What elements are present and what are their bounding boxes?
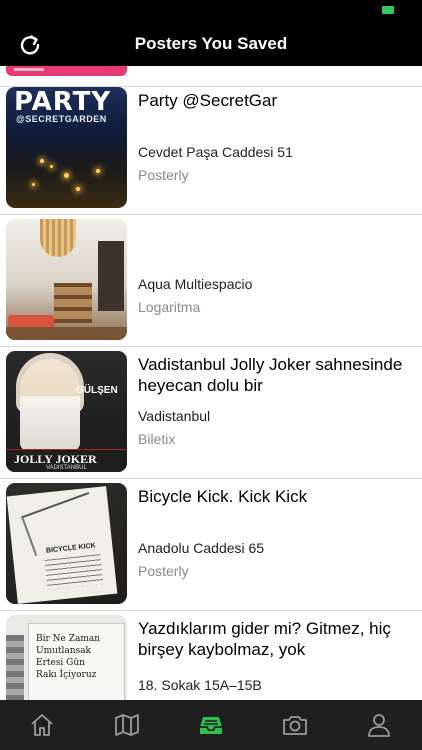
tab-home[interactable] — [28, 711, 56, 739]
poster-title: Bicycle Kick. Kick Kick — [138, 487, 308, 506]
poster-row-yazdiklarim[interactable]: Bir Ne Zaman Umutlansak Ertesi Gün Rakı … — [0, 615, 422, 700]
poster-row-bicycle-kick[interactable]: BICYCLE KICK Bicycle Kick. Kick Kick Ana… — [0, 483, 422, 615]
thumbnail-artist-text: GÜLŞEN — [76, 385, 118, 396]
poster-thumbnail: PARTY @SECRETGARDEN — [6, 87, 127, 208]
poster-source: Posterly — [138, 563, 189, 579]
camera-icon — [283, 716, 307, 735]
poster-source: Posterly — [138, 167, 189, 183]
inbox-tray-icon — [200, 717, 222, 734]
poster-thumbnail — [6, 219, 127, 340]
tab-map[interactable] — [113, 711, 141, 739]
poster-source: Biletix — [138, 431, 176, 447]
poster-source: Logaritma — [138, 299, 201, 315]
thumbnail-subtitle-text: @SECRETGARDEN — [16, 114, 107, 124]
poster-venue: Anadolu Caddesi 65 — [138, 540, 265, 556]
poster-thumbnail: Bir Ne Zaman Umutlansak Ertesi Gün Rakı … — [6, 615, 127, 700]
poster-venue: 18. Sokak 15A–15B — [138, 677, 262, 693]
tab-profile[interactable] — [365, 711, 393, 739]
poster-thumbnail: BICYCLE KICK — [6, 483, 127, 604]
navigation-bar: Posters You Saved — [0, 22, 422, 66]
row-divider — [0, 610, 422, 611]
row-divider — [0, 346, 422, 347]
battery-icon — [382, 6, 394, 14]
thumbnail-title-text: PARTY — [14, 87, 112, 117]
poster-venue: Cevdet Paşa Caddesi 51 — [138, 144, 293, 160]
tab-bar — [0, 700, 422, 750]
row-divider — [0, 478, 422, 479]
poster-row-aqua-multiespacio[interactable]: Aqua Multiespacio Logaritma — [0, 219, 422, 351]
poster-thumbnail: GÜLŞEN JOLLY JOKER VADISTANBUL — [6, 351, 127, 472]
row-divider — [0, 214, 422, 215]
previous-poster-thumbnail[interactable] — [6, 66, 127, 76]
poster-venue: Aqua Multiespacio — [138, 276, 253, 292]
poster-row-party[interactable]: PARTY @SECRETGARDEN Party @SecretGar Cev… — [0, 87, 422, 219]
map-icon — [115, 714, 139, 736]
user-icon — [368, 714, 390, 737]
page-title: Posters You Saved — [134, 34, 288, 53]
tab-saved[interactable] — [197, 711, 225, 739]
thumbnail-venue-subtext: VADISTANBUL — [46, 465, 87, 471]
home-icon — [31, 714, 53, 736]
tab-camera[interactable] — [281, 711, 309, 739]
poster-title: Vadistanbul Jolly Joker sahnesinde heyec… — [138, 355, 403, 395]
poster-venue: Vadistanbul — [138, 408, 211, 424]
saved-posters-list[interactable]: PARTY @SECRETGARDEN Party @SecretGar Cev… — [0, 66, 422, 700]
poster-row-jolly-joker[interactable]: GÜLŞEN JOLLY JOKER VADISTANBUL Vadistanb… — [0, 351, 422, 483]
thumbnail-handwriting-text: Bir Ne Zaman Umutlansak Ertesi Gün Rakı … — [36, 634, 101, 680]
poster-title: Yazdıklarım gider mi? Gitmez, hiç birşey… — [138, 619, 391, 659]
status-bar — [0, 0, 422, 22]
poster-title: Party @SecretGar — [138, 91, 278, 110]
